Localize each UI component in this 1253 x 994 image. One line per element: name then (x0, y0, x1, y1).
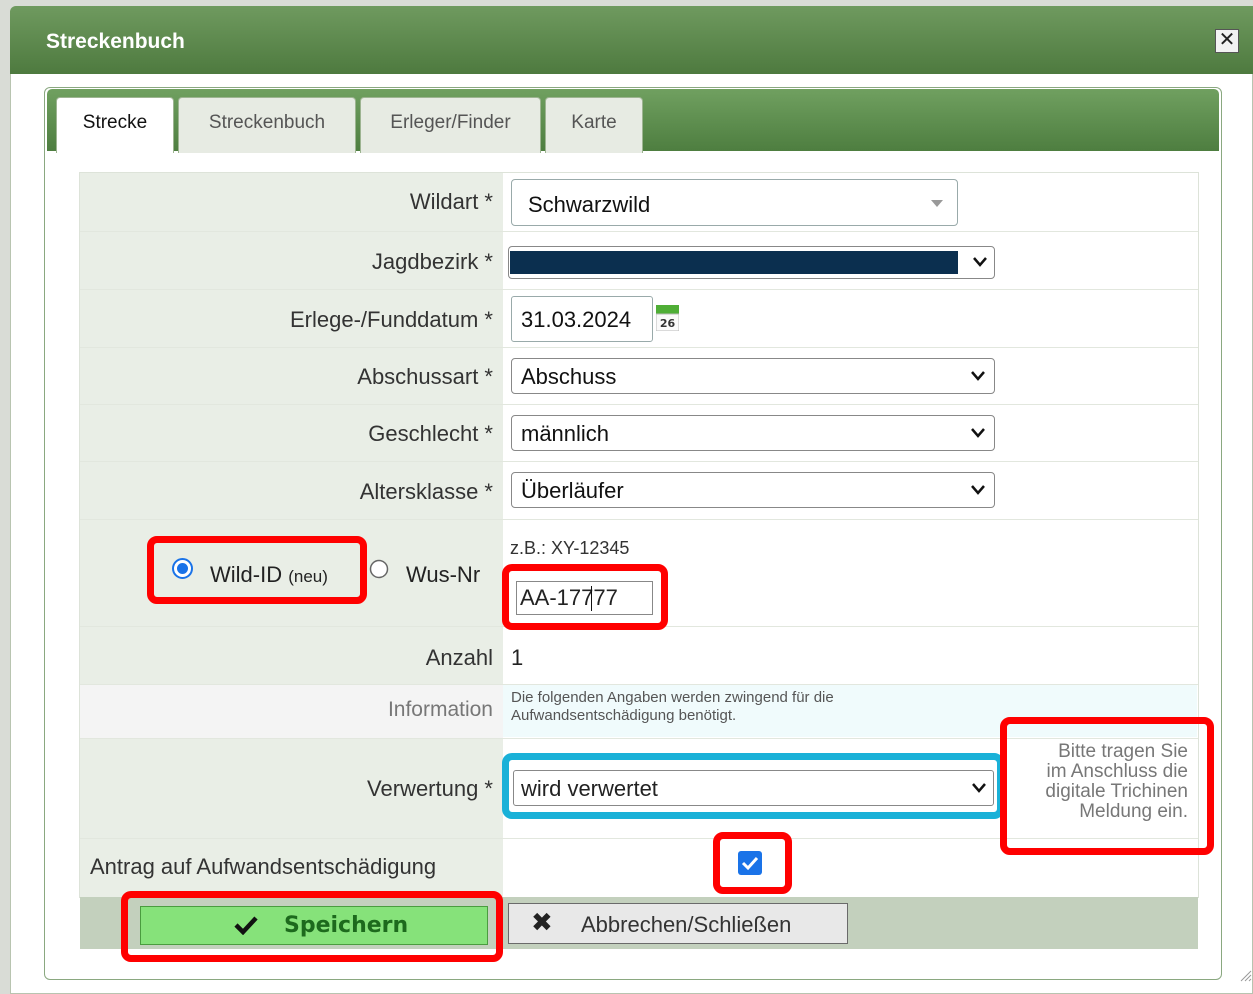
wild-id-text: Wild-ID (210, 562, 283, 587)
tab-label: Streckenbuch (208, 112, 326, 133)
abschussart-value: Abschuss (521, 364, 617, 389)
tab-label: Karte (571, 112, 617, 133)
geschlecht-label: Geschlecht * (368, 421, 493, 446)
wus-nr-radio[interactable] (369, 559, 389, 579)
antrag-label: Antrag auf Aufwandsentschädigung (90, 854, 437, 879)
row-divider (80, 461, 1198, 462)
information-label: Information (387, 698, 493, 721)
chevron-down-icon (972, 783, 986, 793)
altersklasse-value: Überläufer (521, 478, 624, 503)
cancel-button[interactable]: ✖ Abbrechen/Schließen (508, 903, 848, 944)
cancel-label: Abbrechen/Schließen (581, 912, 792, 937)
datum-label: Erlege-/Funddatum * (290, 307, 493, 332)
tab-label: Erleger/Finder (390, 112, 511, 133)
resize-grip-icon[interactable] (1238, 968, 1252, 982)
chevron-down-icon (971, 428, 985, 438)
wild-id-radio[interactable] (172, 558, 193, 579)
calendar-day: 26 (660, 317, 676, 330)
redacted-value (510, 251, 958, 274)
save-label: Speichern (284, 913, 409, 938)
row-divider (80, 231, 1198, 232)
jagdbezirk-select[interactable] (508, 246, 995, 279)
save-button[interactable]: Speichern (140, 906, 488, 945)
tab-label: Strecke (82, 112, 148, 133)
note-line: Bitte tragen Sie (1058, 741, 1188, 762)
wildart-value: Schwarzwild (528, 192, 651, 217)
abschussart-select[interactable]: Abschuss (511, 358, 995, 394)
tab-karte[interactable]: Karte (545, 97, 643, 153)
trichinen-note: Bitte tragen Sie im Anschluss die digita… (1010, 742, 1188, 822)
anzahl-label: Anzahl (425, 645, 493, 670)
tab-strecke[interactable]: Strecke (56, 97, 174, 153)
wildart-select[interactable]: Schwarzwild (511, 179, 958, 226)
antrag-checkbox[interactable] (738, 851, 762, 875)
check-icon (234, 916, 258, 935)
row-divider (80, 519, 1198, 520)
note-line: im Anschluss die (1046, 761, 1188, 782)
tab-streckenbuch[interactable]: Streckenbuch (178, 97, 356, 153)
chevron-down-icon (971, 485, 985, 495)
chevron-down-icon (973, 257, 987, 267)
verwertung-value: wird verwertet (521, 776, 658, 801)
row-divider (80, 347, 1198, 348)
datum-input[interactable]: 31.03.2024 (511, 296, 653, 342)
text-cursor (591, 586, 592, 611)
id-value: AA-17777 (520, 585, 618, 610)
wild-id-note: (neu) (288, 567, 328, 586)
wus-nr-label[interactable]: Wus-Nr (406, 562, 480, 588)
close-x-icon: ✖ (531, 907, 553, 937)
chevron-down-icon (971, 371, 985, 381)
row-divider (80, 289, 1198, 290)
altersklasse-label: Altersklasse * (359, 479, 493, 504)
id-input[interactable]: AA-17777 (516, 581, 653, 615)
geschlecht-value: männlich (521, 421, 610, 446)
information-line1: Die folgenden Angaben werden zwingend fü… (511, 689, 834, 706)
datum-value: 31.03.2024 (521, 307, 632, 332)
verwertung-select[interactable]: wird verwertet (513, 770, 994, 806)
tab-erleger-finder[interactable]: Erleger/Finder (360, 97, 541, 153)
geschlecht-select[interactable]: männlich (511, 415, 995, 451)
wildart-label: Wildart * (409, 189, 493, 214)
note-line: digitale Trichinen (1045, 781, 1188, 802)
calendar-icon[interactable]: 26 (655, 305, 680, 332)
jagdbezirk-label: Jagdbezirk * (371, 249, 493, 274)
abschussart-label: Abschussart * (357, 364, 493, 389)
dialog-title: Streckenbuch (46, 30, 185, 53)
id-hint: z.B.: XY-12345 (510, 538, 630, 558)
wild-id-label[interactable]: Wild-ID (neu) (210, 562, 328, 588)
altersklasse-select[interactable]: Überläufer (511, 472, 995, 508)
close-icon[interactable]: ✕ (1215, 29, 1239, 53)
caret-down-icon (931, 200, 943, 207)
information-line2: Aufwandsentschädigung benötigt. (511, 707, 737, 724)
note-line: Meldung ein. (1079, 801, 1188, 822)
anzahl-value: 1 (511, 645, 524, 670)
dialog-titlebar[interactable] (10, 6, 1253, 74)
verwertung-label: Verwertung * (367, 776, 493, 801)
row-divider (80, 404, 1198, 405)
